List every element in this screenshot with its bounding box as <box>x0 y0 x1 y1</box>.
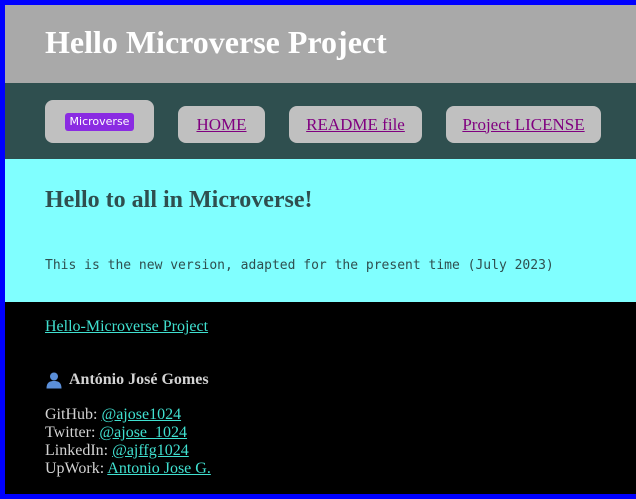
nav-item-home[interactable]: HOME <box>178 106 265 143</box>
contact-label: GitHub: <box>45 406 98 423</box>
page-frame: Hello Microverse Project Microverse HOME… <box>5 5 636 494</box>
page-footer: Hello-Microverse Project António José Go… <box>5 302 636 494</box>
twitter-link[interactable]: @ajose_1024 <box>99 424 187 441</box>
author: António José Gomes <box>45 370 209 390</box>
contact-list: GitHub: @ajose1024 Twitter: @ajose_1024 … <box>45 406 211 478</box>
linkedin-link[interactable]: @ajffg1024 <box>112 442 189 459</box>
nav-link-license[interactable]: Project LICENSE <box>462 115 584 135</box>
contact-label: UpWork: <box>45 460 105 477</box>
microverse-badge[interactable]: Microverse <box>64 112 135 131</box>
nav-item-microverse[interactable]: Microverse <box>45 100 154 143</box>
main-section: Hello to all in Microverse! This is the … <box>5 159 636 302</box>
contact-label: Twitter: <box>45 424 96 441</box>
contact-linkedin: LinkedIn: @ajffg1024 <box>45 442 211 460</box>
main-heading: Hello to all in Microverse! <box>45 187 313 213</box>
github-link[interactable]: @ajose1024 <box>101 406 181 423</box>
contact-twitter: Twitter: @ajose_1024 <box>45 424 211 442</box>
main-text: This is the new version, adapted for the… <box>45 258 554 273</box>
person-icon <box>45 371 63 389</box>
page-header: Hello Microverse Project <box>5 5 636 83</box>
contact-upwork: UpWork: Antonio Jose G. <box>45 460 211 478</box>
nav-bar: Microverse HOME README file Project LICE… <box>5 83 636 159</box>
upwork-link[interactable]: Antonio Jose G. <box>107 460 211 477</box>
nav-item-license[interactable]: Project LICENSE <box>446 106 601 143</box>
contact-label: LinkedIn: <box>45 442 109 459</box>
page-title: Hello Microverse Project <box>45 24 387 60</box>
author-name: António José Gomes <box>69 371 209 388</box>
contact-github: GitHub: @ajose1024 <box>45 406 211 424</box>
nav-link-home[interactable]: HOME <box>196 115 246 135</box>
project-link-wrapper: Hello-Microverse Project <box>45 318 208 336</box>
nav-link-readme[interactable]: README file <box>306 115 405 135</box>
nav-item-readme[interactable]: README file <box>289 106 422 143</box>
project-link[interactable]: Hello-Microverse Project <box>45 318 208 335</box>
